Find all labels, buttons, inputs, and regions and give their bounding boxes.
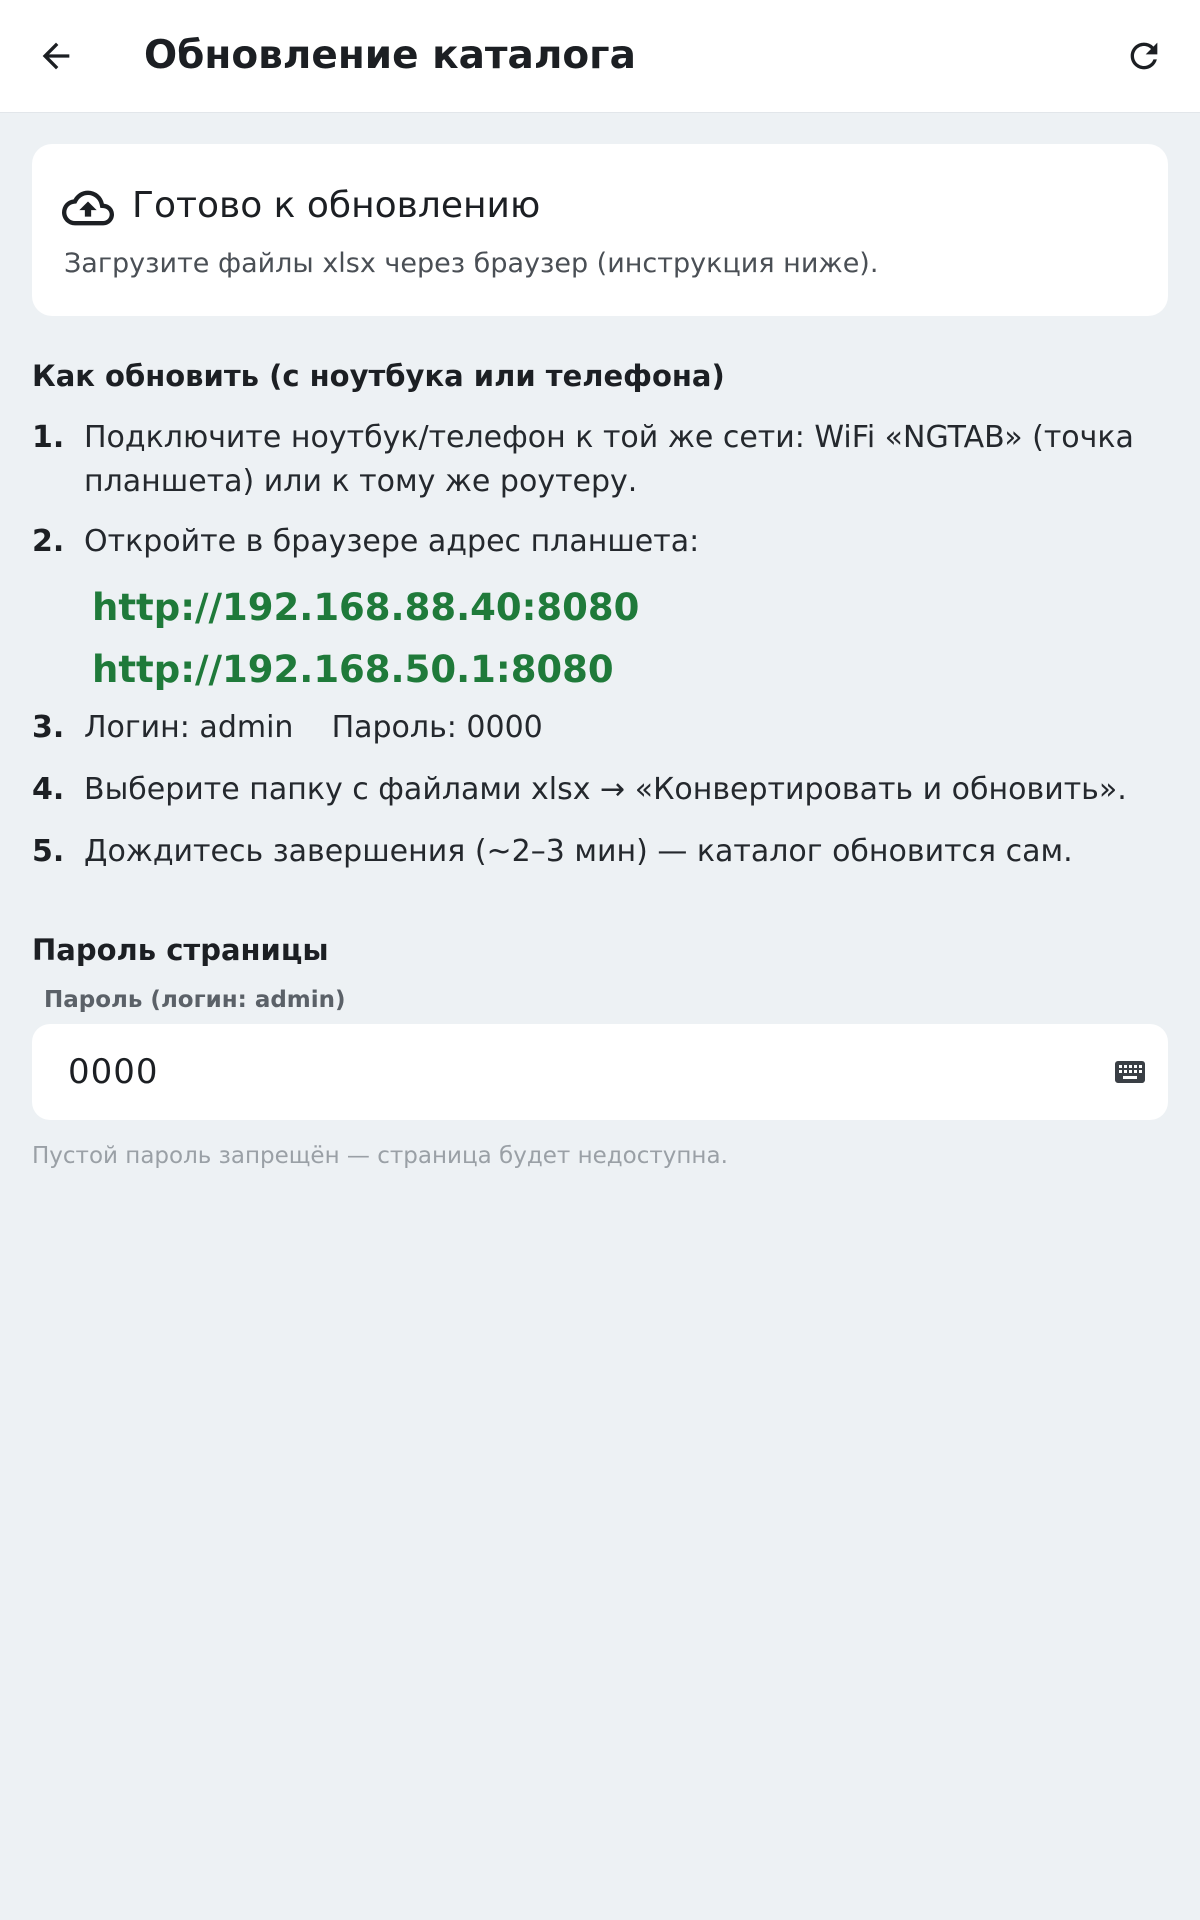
page-title: Обновление каталога	[144, 33, 636, 78]
step-text: Дождитесь завершения (~2–3 мин) — катало…	[84, 834, 1073, 869]
status-card: Готово к обновлению Загрузите файлы xlsx…	[32, 144, 1168, 316]
cloud-upload-icon	[62, 190, 114, 226]
step-number: 3.	[32, 710, 65, 745]
password-value[interactable]: 0000	[68, 1048, 159, 1096]
arrow-back-icon	[42, 42, 70, 70]
step-number: 2.	[32, 524, 65, 559]
status-title: Готово к обновлению	[132, 185, 541, 226]
password-field[interactable]: 0000	[32, 1024, 1168, 1120]
tablet-url-link[interactable]: http://192.168.88.40:8080	[92, 582, 639, 634]
step-text: Подключите ноутбук/телефон к той же сети…	[84, 420, 1134, 499]
step-text: Логин: admin Пароль: 0000	[84, 710, 543, 745]
status-subtitle: Загрузите файлы xlsx через браузер (инст…	[64, 248, 879, 279]
app-bar: Обновление каталога	[0, 0, 1200, 113]
password-field-label: Пароль (логин: admin)	[44, 987, 346, 1013]
back-button[interactable]	[24, 24, 88, 88]
refresh-icon	[1130, 42, 1158, 70]
instructions-heading: Как обновить (с ноутбука или телефона)	[32, 359, 725, 393]
step-number: 1.	[32, 420, 65, 455]
tablet-url-link[interactable]: http://192.168.50.1:8080	[92, 644, 614, 696]
step-number: 5.	[32, 834, 65, 869]
step-text: Выберите папку с файлами xlsx → «Конверт…	[84, 772, 1127, 807]
password-section-heading: Пароль страницы	[32, 933, 329, 967]
step-text: Откройте в браузере адрес планшета:	[84, 524, 700, 559]
refresh-button[interactable]	[1112, 24, 1176, 88]
step-number: 4.	[32, 772, 65, 807]
password-hint: Пустой пароль запрещён — страница будет …	[32, 1143, 728, 1169]
keyboard-icon[interactable]	[1114, 1058, 1146, 1086]
